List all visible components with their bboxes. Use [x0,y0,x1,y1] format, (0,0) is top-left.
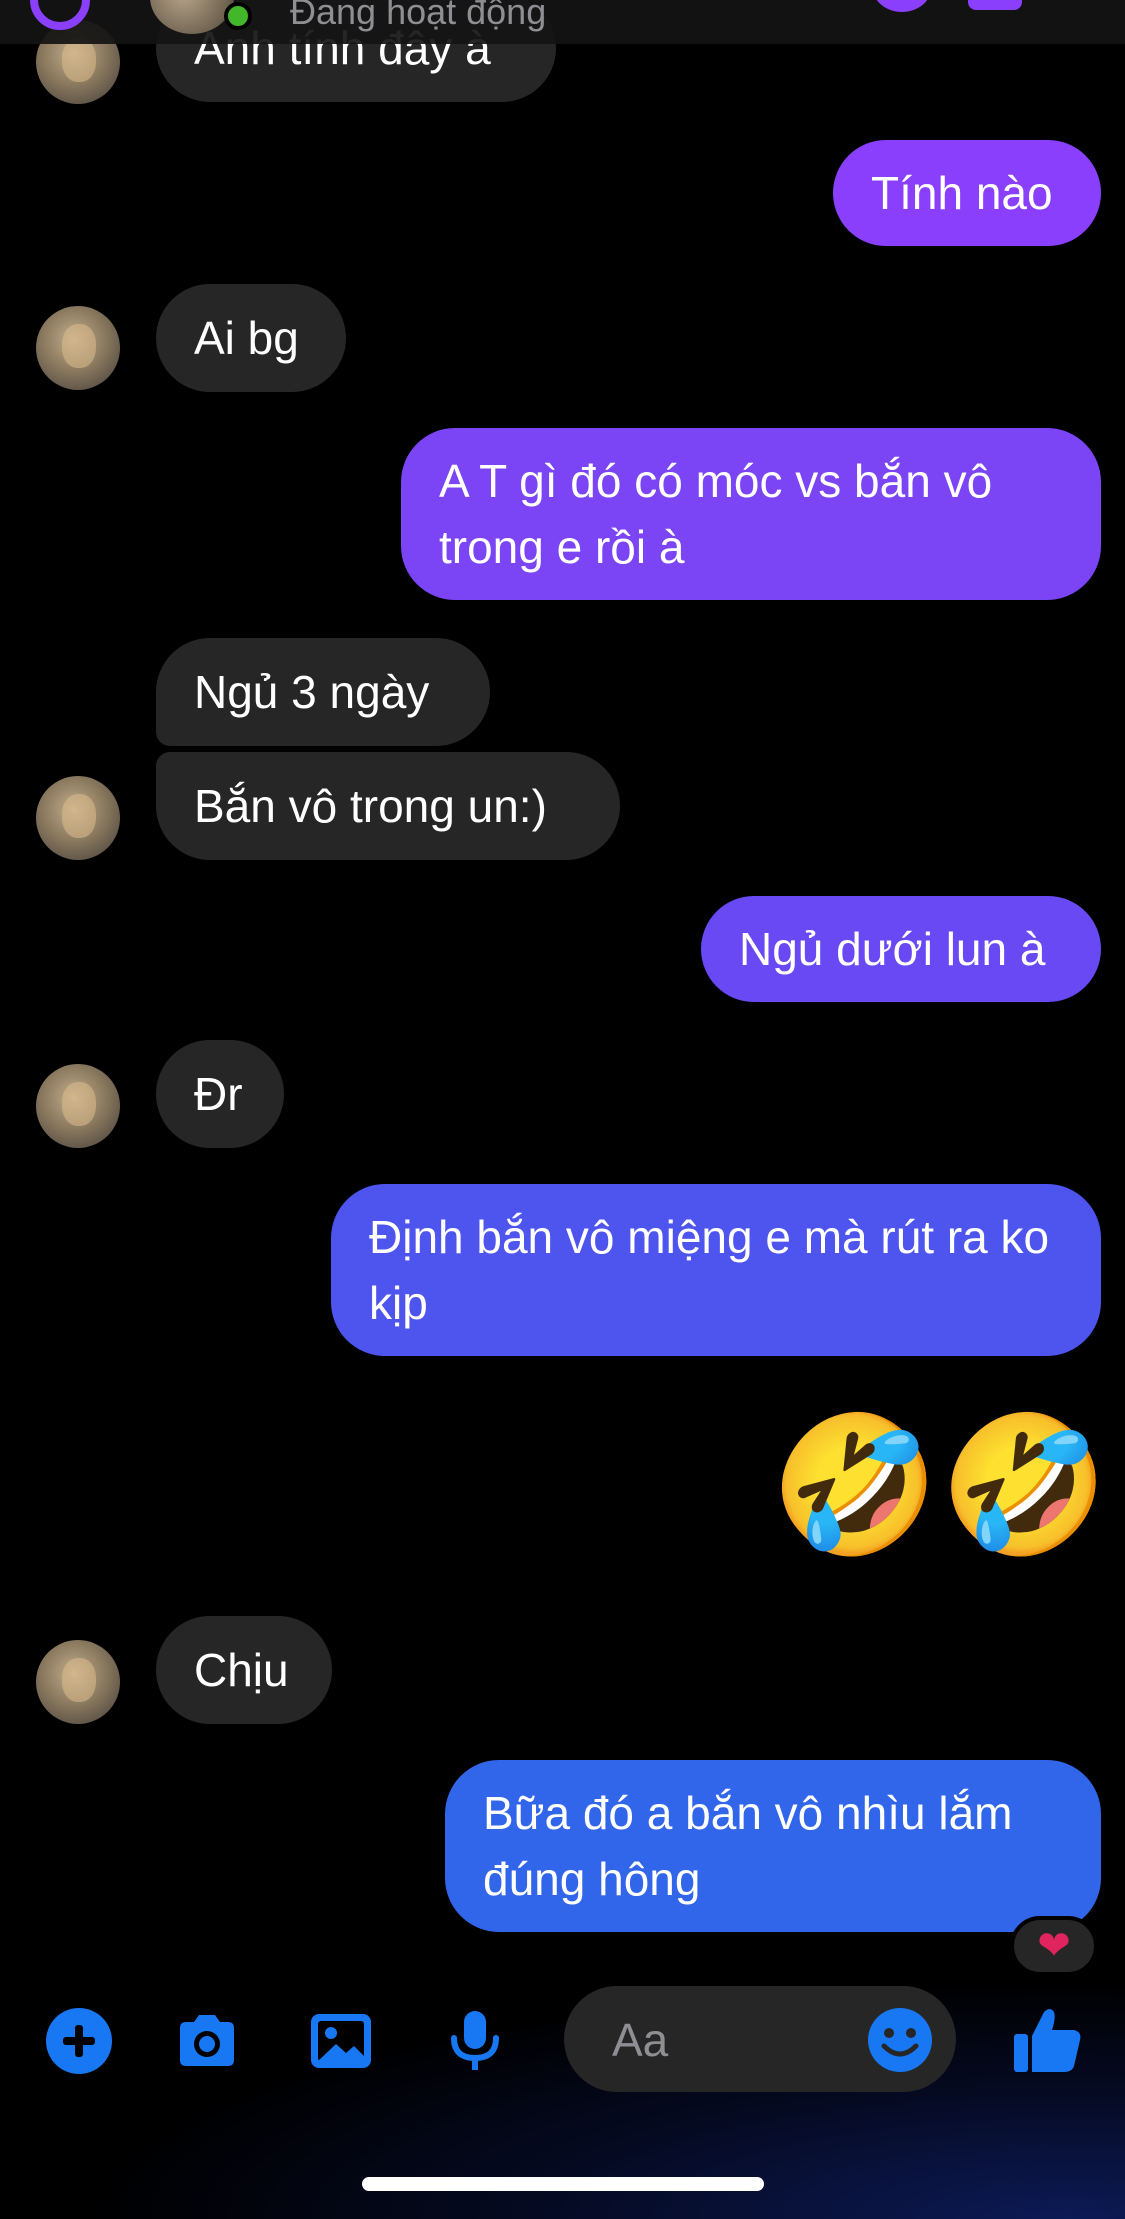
active-status-text: Đang hoạt động [290,0,547,32]
message-text: Ngủ 3 ngày [194,666,430,718]
outgoing-message[interactable]: Ngủ dưới lun à [701,896,1101,1002]
outgoing-message[interactable]: Bữa đó a bắn vô nhìu lắm đúng hông [445,1760,1101,1932]
message-text: Bắn vô trong un:) [194,780,547,832]
sender-avatar[interactable] [36,1640,120,1724]
message-text: Ngủ dưới lun à [739,923,1046,975]
camera-icon[interactable] [172,2006,242,2076]
message-text: Chịu [194,1644,289,1696]
image-icon[interactable] [306,2006,376,2076]
smiley-icon[interactable] [866,2006,934,2074]
heart-reaction[interactable]: ❤ [1010,1916,1098,1976]
message-text: Bữa đó a bắn vô nhìu lắm đúng hông [483,1787,1013,1905]
conversation-header: Đang hoạt động [0,0,1125,44]
heart-icon: ❤ [1037,1924,1071,1968]
incoming-message[interactable]: Đr [156,1040,284,1148]
incoming-message[interactable]: Ai bg [156,284,346,392]
message-text: Ai bg [194,312,299,364]
incoming-message[interactable]: Chịu [156,1616,332,1724]
emoji-text: 🤣🤣 [770,1409,1109,1561]
outgoing-message[interactable]: Định bắn vô miệng e mà rút ra ko kịp [331,1184,1101,1356]
contact-avatar[interactable] [150,0,234,34]
plus-icon[interactable] [44,2006,114,2076]
message-composer[interactable] [564,1986,956,2092]
outgoing-message[interactable]: A T gì đó có móc vs bắn vô trong e rồi à [401,428,1101,600]
message-text: Định bắn vô miệng e mà rút ra ko kịp [369,1211,1050,1329]
message-text: Tính nào [871,167,1053,219]
outgoing-message[interactable]: Tính nào [833,140,1101,246]
back-arrow-icon[interactable] [30,0,90,30]
message-text: A T gì đó có móc vs bắn vô trong e rồi à [439,455,993,573]
sender-avatar[interactable] [36,1064,120,1148]
message-text: Đr [194,1068,243,1120]
thumbs-up-icon[interactable] [1010,2002,1086,2078]
incoming-message[interactable]: Bắn vô trong un:) [156,752,620,860]
call-icon[interactable] [872,0,932,12]
sender-avatar[interactable] [36,776,120,860]
sender-avatar[interactable] [36,306,120,390]
home-indicator [362,2177,764,2191]
emoji-message[interactable]: 🤣🤣 [770,1410,1109,1560]
message-input[interactable] [610,2010,864,2070]
video-call-icon[interactable] [968,0,1022,10]
microphone-icon[interactable] [440,2006,510,2076]
incoming-message[interactable]: Ngủ 3 ngày [156,638,490,746]
online-status-dot [224,2,252,30]
